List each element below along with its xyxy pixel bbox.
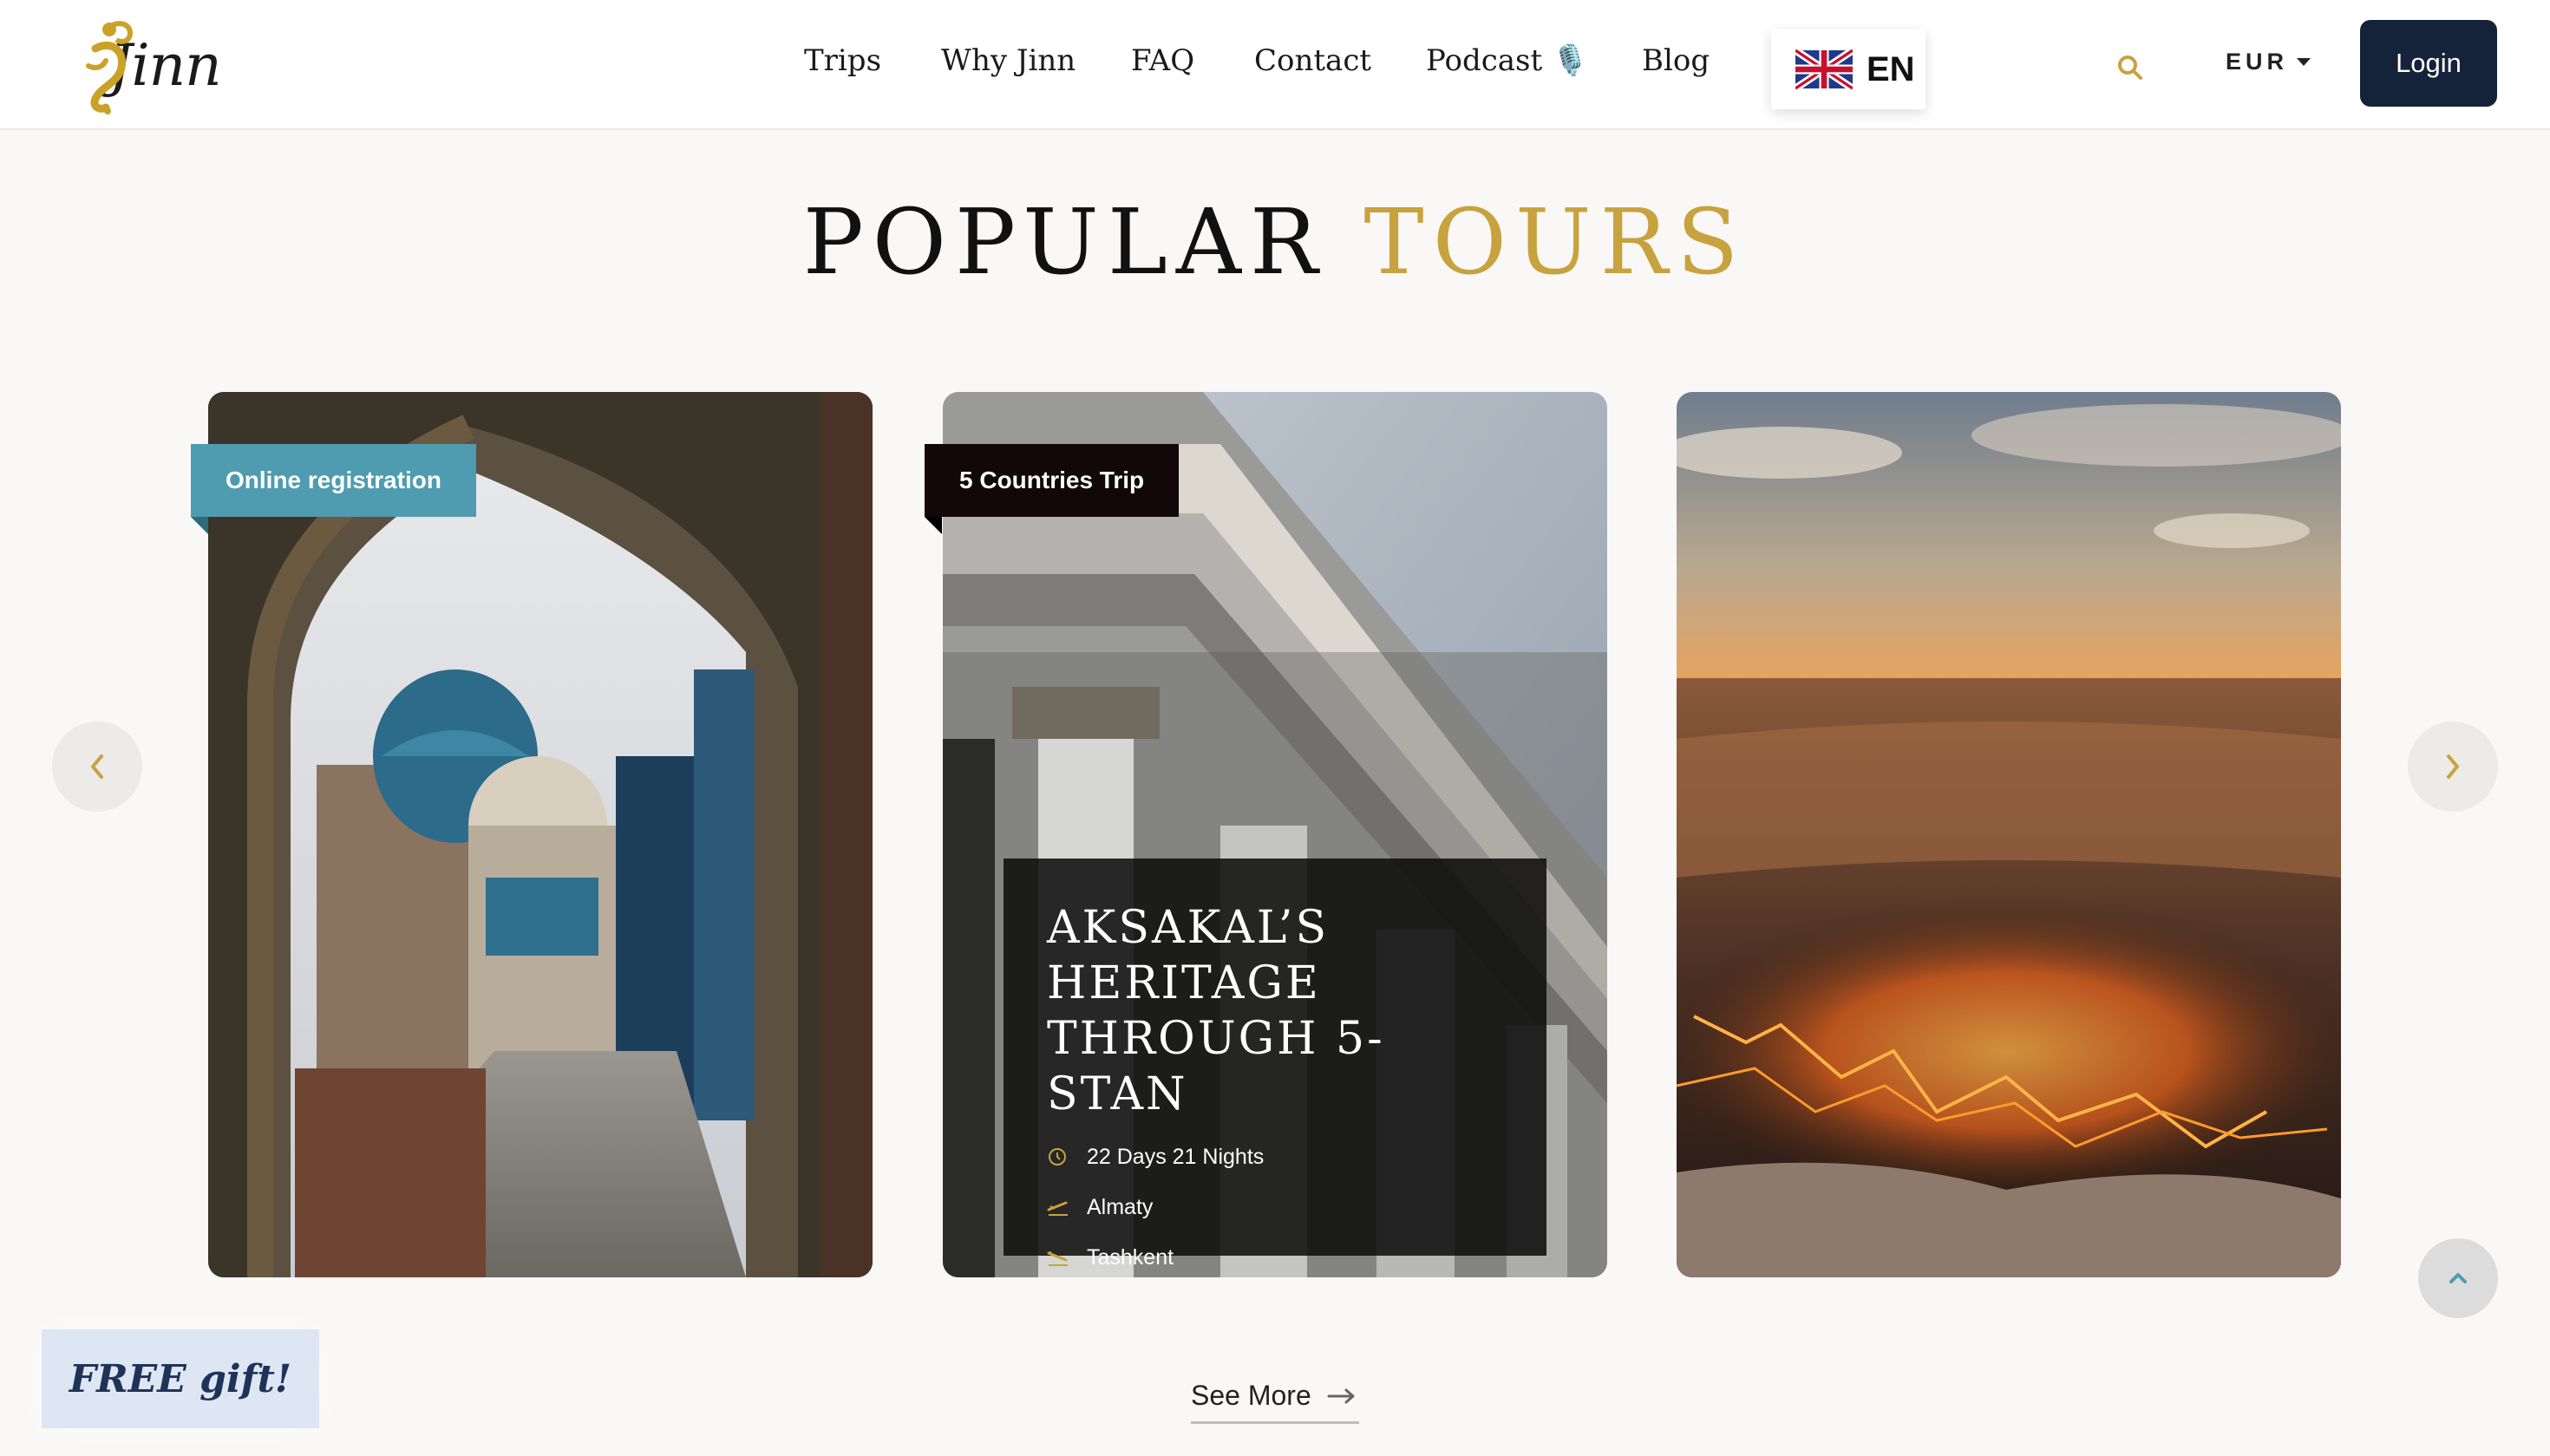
caret-down-icon [2297,58,2311,66]
language-code: EN [1867,49,1915,88]
nav-why-jinn[interactable]: Why Jinn [941,43,1076,78]
site-logo[interactable]: Jinn [76,14,258,116]
ribbon-fold [191,517,208,534]
site-header: Jinn Trips Why Jinn FAQ Contact Podcast … [0,0,2550,130]
currency-selector[interactable]: EUR [2226,49,2311,75]
nav-podcast[interactable]: Podcast 🎙️ [1426,43,1588,78]
card-2-badge-label: 5 Countries Trip [959,467,1145,493]
card-1-badge-label: Online registration [226,467,441,493]
login-button[interactable]: Login [2360,20,2497,107]
tour-info-panel[interactable]: Aksakal’s Heritage Through 5-stan 22 Day… [1004,859,1546,1270]
chevron-up-icon [2449,1273,2467,1283]
carousel-prev-button[interactable] [52,721,142,812]
see-more-label: See More [1191,1380,1311,1411]
tour-image-samarkand [208,392,873,1277]
plane-arrival-icon [1047,1248,1087,1267]
tour-duration: 22 Days 21 Nights [1047,1141,1503,1172]
ribbon-fold [925,517,942,534]
tour-departure: Almaty [1047,1192,1503,1223]
plane-departure-icon [1047,1198,1087,1217]
scroll-to-top-button[interactable] [2418,1238,2498,1318]
nav-contact[interactable]: Contact [1254,43,1371,78]
language-switcher[interactable]: EN [1771,29,1926,109]
nav-faq[interactable]: FAQ [1131,43,1194,78]
chevron-right-icon [2447,754,2459,779]
nav-blog[interactable]: Blog [1642,43,1710,78]
clock-icon [1047,1146,1087,1167]
currency-label: EUR [2226,49,2289,75]
search-button[interactable] [2116,54,2144,85]
uk-flag-icon [1795,48,1853,91]
tour-card-3[interactable] [1677,392,2341,1277]
title-part-2: TOURS [1363,189,1748,295]
nav-trips[interactable]: Trips [804,43,881,78]
search-icon [2118,55,2142,80]
duration-label: 22 Days 21 Nights [1087,1144,1265,1169]
arrival-label: Tashkent [1087,1244,1174,1270]
arrow-right-icon [1327,1388,1355,1403]
title-part-1: POPULAR [802,189,1327,295]
section-title: POPULAR TOURS [0,189,2550,295]
card-2-badge: 5 Countries Trip [925,444,1180,517]
free-gift-button[interactable]: FREE gift! [42,1329,319,1428]
genie-icon [86,21,134,114]
tour-image-gas-crater [1677,392,2341,1277]
chevron-left-icon [91,754,103,779]
carousel-next-button[interactable] [2408,721,2498,812]
tour-arrival: Tashkent [1047,1242,1503,1273]
departure-label: Almaty [1087,1194,1154,1219]
see-more-link[interactable]: See More [1191,1370,1359,1424]
tour-card-1[interactable] [208,392,873,1277]
card-1-badge: Online registration [191,444,476,517]
tour-title: Aksakal’s Heritage Through 5-stan [1047,902,1385,1120]
